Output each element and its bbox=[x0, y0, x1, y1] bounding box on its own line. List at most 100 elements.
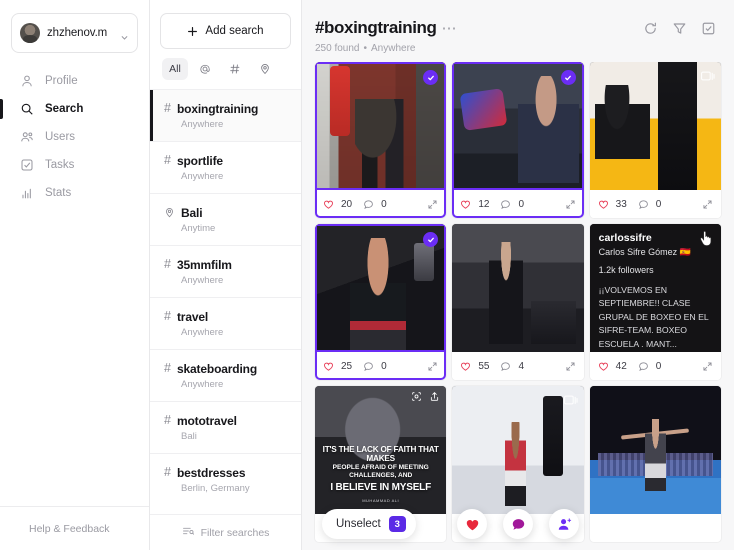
sidebar-item-label: Search bbox=[45, 103, 84, 115]
similar-search-icon[interactable] bbox=[411, 391, 422, 402]
unselect-label: Unselect bbox=[336, 518, 381, 530]
saved-search-item[interactable]: # bestdresses Berlin, Germany bbox=[150, 453, 301, 505]
comment-bubble-icon bbox=[511, 517, 526, 532]
post-card[interactable]: 33 0 bbox=[589, 62, 721, 218]
saved-search-item[interactable]: # boxingtraining Anywhere bbox=[150, 89, 301, 141]
expand-icon[interactable] bbox=[565, 199, 576, 210]
expand-icon[interactable] bbox=[565, 361, 576, 372]
post-thumbnail[interactable] bbox=[452, 62, 584, 190]
sidebar-item-users[interactable]: Users bbox=[0, 123, 149, 151]
post-thumbnail[interactable] bbox=[452, 386, 584, 514]
saved-search-scope: Anywhere bbox=[181, 118, 224, 130]
sidebar-item-stats[interactable]: Stats bbox=[0, 179, 149, 207]
heart-icon bbox=[323, 361, 334, 372]
comment-icon bbox=[638, 199, 649, 210]
filter-pill-hashtags[interactable] bbox=[222, 58, 248, 80]
selection-count-badge: 3 bbox=[388, 516, 406, 532]
quote-overlay-text: IT'S THE LACK OF FAITH THAT MAKES PEOPLE… bbox=[319, 445, 442, 503]
post-hover-overlay: carlossifre Carlos Sifre Gómez 🇪🇸 1.2k f… bbox=[589, 224, 721, 352]
users-icon bbox=[20, 130, 34, 144]
filter-pill-places[interactable] bbox=[252, 58, 278, 80]
saved-search-name: bestdresses bbox=[176, 465, 246, 480]
filter-searches-button[interactable]: Filter searches bbox=[150, 514, 301, 550]
carousel-icon bbox=[701, 68, 715, 81]
saved-search-title-row: # travel bbox=[164, 310, 291, 324]
like-count: 55 bbox=[478, 360, 490, 372]
filter-pill-all[interactable]: All bbox=[162, 58, 188, 80]
post-thumbnail[interactable] bbox=[589, 386, 721, 514]
expand-icon[interactable] bbox=[427, 361, 438, 372]
add-search-button[interactable]: Add search bbox=[160, 13, 291, 49]
filter-funnel-icon[interactable] bbox=[672, 21, 687, 36]
sidebar-item-profile[interactable]: Profile bbox=[0, 67, 149, 95]
comment-button[interactable] bbox=[503, 509, 533, 539]
like-button[interactable] bbox=[457, 509, 487, 539]
expand-icon[interactable] bbox=[702, 199, 713, 210]
main-content: #boxingtraining ⋯ 250 found • Anywhere 2… bbox=[302, 0, 734, 550]
ellipsis-icon[interactable]: ⋯ bbox=[442, 19, 458, 37]
sidebar-item-tasks[interactable]: Tasks bbox=[0, 151, 149, 179]
post-card[interactable]: 25 0 bbox=[315, 224, 447, 380]
expand-icon[interactable] bbox=[702, 361, 713, 372]
saved-search-title-row: # boxingtraining bbox=[164, 102, 291, 116]
saved-search-name: boxingtraining bbox=[176, 101, 259, 116]
post-thumbnail[interactable] bbox=[589, 62, 721, 190]
saved-search-scope: Berlin, Germany bbox=[181, 482, 250, 494]
post-card[interactable]: 12 0 bbox=[452, 62, 584, 218]
saved-search-item[interactable]: # sportlife Anywhere bbox=[150, 141, 301, 193]
sidebar-item-label: Users bbox=[45, 131, 76, 143]
filter-pill-mentions[interactable] bbox=[192, 58, 218, 80]
post-thumbnail[interactable]: IT'S THE LACK OF FAITH THAT MAKES PEOPLE… bbox=[315, 386, 447, 514]
post-image bbox=[589, 62, 721, 190]
heart-icon bbox=[598, 199, 609, 210]
expand-icon[interactable] bbox=[427, 199, 438, 210]
follow-user-icon bbox=[557, 517, 572, 532]
saved-search-item[interactable]: # 35mmfilm Anywhere bbox=[150, 245, 301, 297]
refresh-icon[interactable] bbox=[643, 21, 658, 36]
comment-count: 4 bbox=[518, 360, 525, 372]
saved-search-item[interactable]: # skateboarding Anywhere bbox=[150, 349, 301, 401]
help-feedback-button[interactable]: Help & Feedback bbox=[0, 506, 149, 550]
saved-search-list: # boxingtraining Anywhere # sportlife An… bbox=[150, 89, 301, 514]
saved-search-scope: Anywhere bbox=[181, 378, 224, 390]
person-icon bbox=[20, 74, 34, 88]
hash-icon: # bbox=[164, 257, 171, 272]
select-all-icon[interactable] bbox=[701, 21, 716, 36]
like-count: 25 bbox=[341, 360, 353, 372]
post-image bbox=[452, 386, 584, 514]
content-header-left: #boxingtraining ⋯ 250 found • Anywhere bbox=[315, 18, 643, 54]
sidebar-item-search[interactable]: Search bbox=[0, 95, 149, 123]
comment-count: 0 bbox=[381, 360, 387, 372]
comment-count: 0 bbox=[655, 198, 662, 210]
post-image bbox=[452, 224, 584, 352]
post-thumbnail[interactable]: carlossifre Carlos Sifre Gómez 🇪🇸 1.2k f… bbox=[589, 224, 721, 352]
like-count: 42 bbox=[615, 360, 627, 372]
search-type-filters: All bbox=[150, 49, 301, 89]
post-card[interactable]: carlossifre Carlos Sifre Gómez 🇪🇸 1.2k f… bbox=[589, 224, 721, 380]
saved-search-item[interactable]: # mototravel Bali bbox=[150, 401, 301, 453]
overlay-username[interactable]: carlossifre bbox=[599, 232, 712, 244]
unselect-button[interactable]: Unselect 3 bbox=[322, 509, 416, 539]
follow-button[interactable] bbox=[549, 509, 579, 539]
post-thumbnail[interactable] bbox=[315, 224, 447, 352]
filter-list-icon bbox=[182, 525, 194, 540]
post-card[interactable] bbox=[589, 386, 721, 542]
content-header: #boxingtraining ⋯ 250 found • Anywhere bbox=[302, 0, 734, 62]
share-icon[interactable] bbox=[429, 391, 440, 402]
sidebar-item-label: Tasks bbox=[45, 159, 75, 171]
help-feedback-label: Help & Feedback bbox=[29, 522, 110, 535]
saved-search-name: Bali bbox=[181, 205, 203, 220]
location-pin-icon bbox=[259, 63, 271, 75]
comment-count: 0 bbox=[518, 198, 525, 210]
post-meta: 20 0 bbox=[315, 190, 447, 218]
saved-search-item[interactable]: # travel Anywhere bbox=[150, 297, 301, 349]
like-count: 33 bbox=[615, 198, 627, 210]
saved-search-name: sportlife bbox=[176, 153, 223, 168]
post-card[interactable]: 20 0 bbox=[315, 62, 447, 218]
post-card[interactable]: 55 4 bbox=[452, 224, 584, 380]
post-thumbnail[interactable] bbox=[452, 224, 584, 352]
saved-search-item[interactable]: Bali Anytime bbox=[150, 193, 301, 245]
account-switcher[interactable]: zhzhenov.m bbox=[11, 13, 138, 53]
sidebar-item-label: Profile bbox=[45, 75, 78, 87]
post-thumbnail[interactable] bbox=[315, 62, 447, 190]
